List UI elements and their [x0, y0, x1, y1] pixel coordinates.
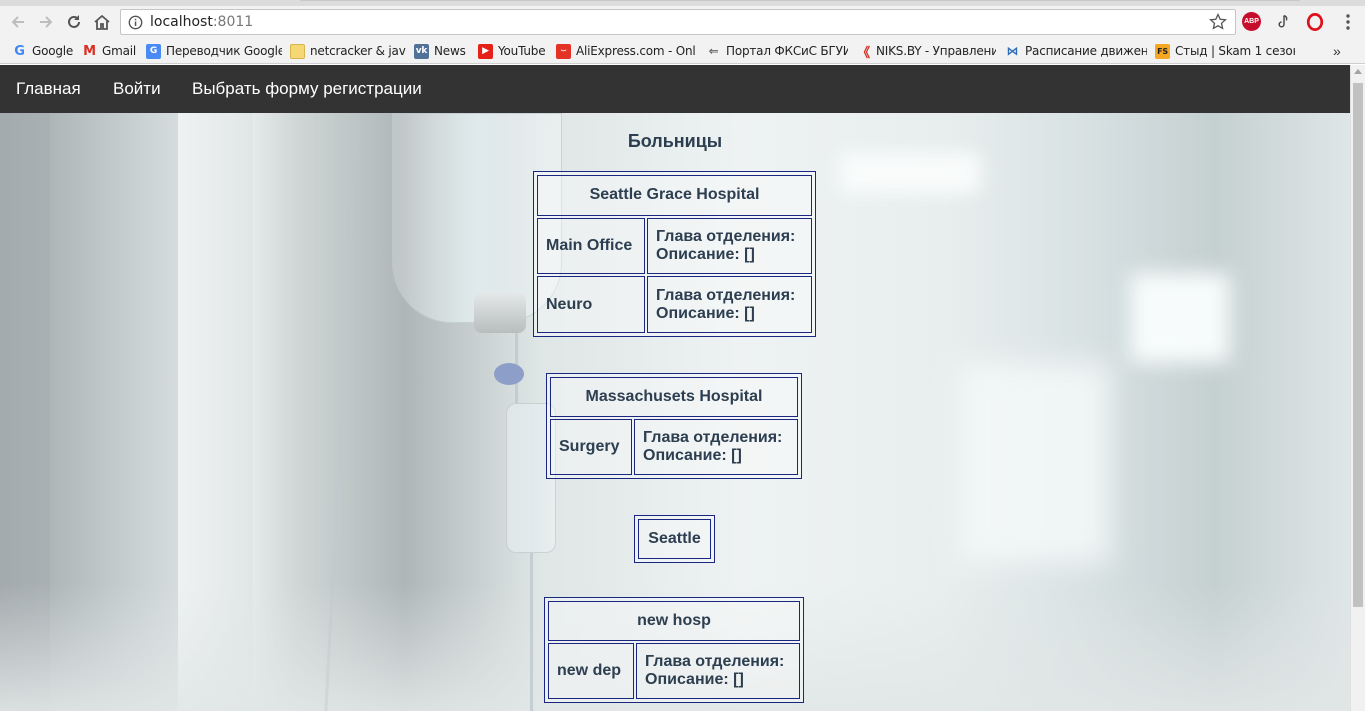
department-description: Описание: [] — [656, 304, 755, 322]
department-description: Описание: [] — [643, 447, 742, 464]
gmail-icon: M — [83, 43, 96, 59]
nav-login-link[interactable]: Войти — [113, 79, 161, 99]
bookmark-google[interactable]: G Google — [12, 42, 74, 60]
opera-icon[interactable] — [1305, 12, 1325, 32]
youtube-icon: ▶ — [478, 43, 493, 59]
reload-icon[interactable] — [62, 10, 86, 34]
browser-toolbar: localhost:8011 ABP — [0, 6, 1365, 38]
niks-icon: 《 — [857, 45, 870, 61]
portal-icon: ⇐ — [708, 44, 719, 58]
nav-register-link[interactable]: Выбрать форму регистрации — [192, 79, 422, 99]
top-navbar: Главная Войти Выбрать форму регистрации — [0, 65, 1350, 113]
bookmark-youtube[interactable]: ▶ YouTube — [478, 42, 548, 60]
music-extension-icon[interactable] — [1274, 12, 1294, 32]
department-head-label: Глава отделения: — [656, 227, 796, 245]
bookmarks-more-icon[interactable]: » — [1333, 43, 1341, 59]
home-icon[interactable] — [90, 10, 114, 34]
hospital-table: Seattle Grace Hospital Main Office Глава… — [533, 171, 816, 337]
department-head-label: Глава отделения: — [656, 286, 796, 304]
fs-icon: FS — [1155, 43, 1170, 59]
adblock-icon[interactable]: ABP — [1242, 12, 1261, 31]
translate-icon: G — [146, 43, 161, 59]
hospital-name: Seattle — [638, 519, 711, 559]
department-head-label: Глава отделения: — [643, 429, 783, 446]
nav-home-link[interactable]: Главная — [16, 79, 81, 99]
scroll-up-arrow-icon[interactable] — [1354, 69, 1362, 74]
hospital-table: Seattle — [634, 515, 715, 563]
hospital-table: Massachusets Hospital Surgery Глава отде… — [546, 373, 802, 479]
schedule-icon: ⋈ — [1006, 44, 1019, 58]
bookmark-skam[interactable]: FSСтыд | Skam 1 сезон с — [1155, 42, 1295, 60]
bookmark-gmail[interactable]: M Gmail — [82, 42, 140, 60]
bookmark-netcracker[interactable]: netcracker & java — [290, 42, 406, 60]
google-icon: G — [14, 43, 25, 59]
page-scrollbar[interactable] — [1350, 65, 1365, 711]
department-name: new dep — [548, 643, 634, 699]
department-description: Описание: [] — [645, 671, 744, 688]
bookmark-news[interactable]: vk News — [414, 42, 470, 60]
bookmark-niks[interactable]: 《 NIKS.BY - Управление — [856, 42, 996, 60]
page-viewport: Главная Войти Выбрать форму регистрации … — [0, 65, 1350, 711]
department-name: Surgery — [550, 419, 632, 475]
bookmarks-bar: G Google M Gmail G Переводчик Google netcra… — [0, 38, 1365, 64]
scrollbar-thumb[interactable] — [1353, 83, 1363, 607]
department-head-label: Глава отделения: — [645, 653, 785, 670]
bookmark-aliexpress[interactable]: ⌣ AliExpress.com - Onli — [556, 42, 696, 60]
back-icon[interactable] — [6, 10, 30, 34]
department-info: Глава отделения: Описание: [] — [647, 276, 812, 333]
browser-menu-icon[interactable] — [1341, 12, 1355, 32]
info-icon[interactable] — [128, 15, 143, 30]
department-name: Main Office — [537, 217, 645, 275]
vk-icon: vk — [414, 43, 429, 59]
folder-icon — [290, 43, 305, 59]
department-info: Глава отделения: Описание: [] — [636, 643, 800, 699]
forward-icon[interactable] — [34, 10, 58, 34]
bookmark-star-icon[interactable] — [1209, 13, 1227, 31]
hospital-table: new hosp new dep Глава отделения: Описан… — [544, 597, 804, 703]
page-title: Больницы — [627, 131, 723, 151]
bookmark-translate[interactable]: G Переводчик Google — [146, 42, 282, 60]
department-info: Глава отделения: Описание: [] — [634, 419, 798, 475]
url-text: localhost:8011 — [150, 14, 254, 30]
bookmark-portal[interactable]: ⇐ Портал ФКСиС БГУИР — [706, 42, 848, 60]
bookmark-schedule[interactable]: ⋈ Расписание движени — [1005, 42, 1147, 60]
address-bar[interactable]: localhost:8011 — [120, 9, 1236, 35]
hospital-name: Seattle Grace Hospital — [537, 175, 812, 216]
hospital-name: new hosp — [548, 601, 800, 641]
department-info: Глава отделения: Описание: [] — [647, 217, 812, 275]
aliexpress-icon: ⌣ — [556, 43, 571, 59]
hospital-name: Massachusets Hospital — [550, 377, 798, 417]
department-description: Описание: [] — [656, 245, 755, 263]
department-name: Neuro — [537, 276, 645, 333]
